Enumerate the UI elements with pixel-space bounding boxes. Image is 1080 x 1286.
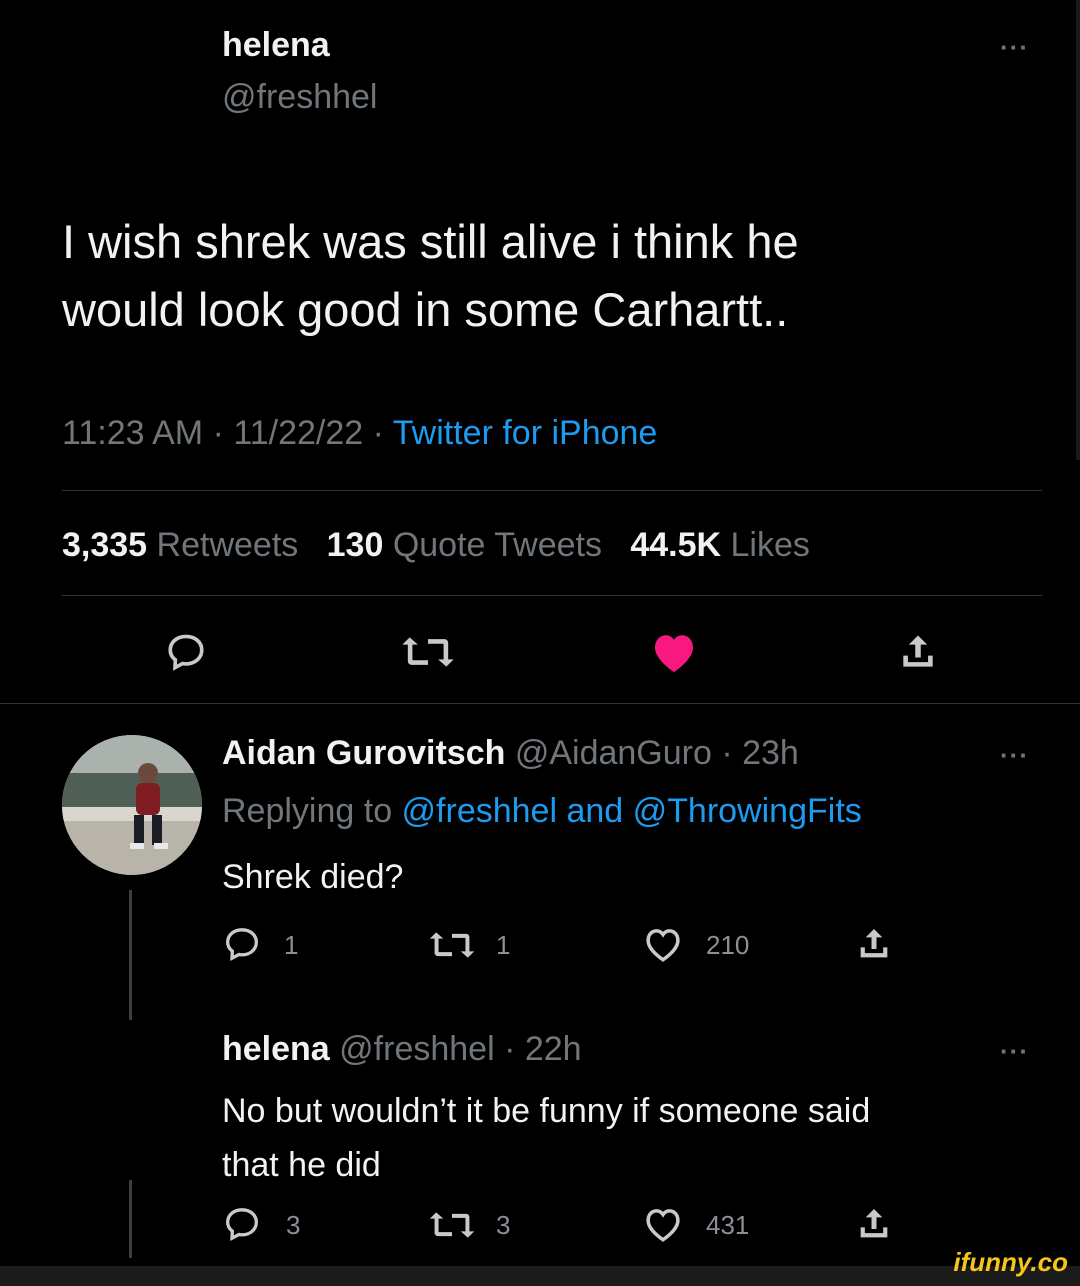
- like-icon-filled[interactable]: [650, 630, 698, 674]
- retweet-icon[interactable]: [398, 630, 458, 674]
- likes-stat[interactable]: 44.5K Likes: [630, 526, 810, 564]
- more-options-button[interactable]: ···: [1000, 1036, 1029, 1067]
- reply-handle-time[interactable]: @freshhel · 22h: [330, 1030, 581, 1068]
- retweet-count: 1: [496, 930, 511, 960]
- tweet-source[interactable]: Twitter for iPhone: [393, 414, 658, 452]
- author-name[interactable]: helena: [222, 26, 330, 65]
- avatar[interactable]: [62, 735, 202, 875]
- share-icon[interactable]: [854, 1204, 894, 1244]
- replying-to-targets[interactable]: @freshhel and @ThrowingFits: [402, 792, 862, 830]
- avatar-image: [62, 735, 202, 875]
- reply-text: No but wouldn’t it be funny if someone s…: [222, 1084, 870, 1192]
- reply-author-name[interactable]: helena: [222, 1030, 330, 1068]
- tweet-timestamp[interactable]: 11:23 AM · 11/22/22 ·: [62, 414, 393, 452]
- reply-icon[interactable]: [222, 924, 262, 964]
- more-options-button[interactable]: ···: [1000, 740, 1029, 771]
- tweet-text-line2: would look good in some Carhartt..: [62, 283, 789, 336]
- like-icon[interactable]: [642, 1204, 684, 1244]
- tweet-text-line1: I wish shrek was still alive i think he: [62, 215, 799, 268]
- like-icon[interactable]: [642, 924, 684, 964]
- share-icon[interactable]: [854, 924, 894, 964]
- reply-count: 1: [284, 930, 299, 960]
- scrollbar[interactable]: [1076, 0, 1080, 460]
- reply-header: helena @freshhel · 22h: [222, 1030, 582, 1069]
- tweet-stats: 3,335 Retweets 130 Quote Tweets 44.5K Li…: [62, 526, 810, 565]
- retweet-icon[interactable]: [426, 926, 478, 964]
- author-handle[interactable]: @freshhel: [222, 78, 377, 117]
- replying-to-label: Replying to: [222, 792, 402, 830]
- thread-line: [129, 1180, 132, 1258]
- retweets-stat[interactable]: 3,335 Retweets: [62, 526, 298, 564]
- reply-text-line2: that he did: [222, 1146, 381, 1184]
- share-icon[interactable]: [896, 630, 940, 674]
- like-count: 431: [706, 1210, 750, 1240]
- reply-header: Aidan Gurovitsch @AidanGuro · 23h: [222, 734, 799, 773]
- retweet-icon[interactable]: [426, 1206, 478, 1244]
- reply-handle-time[interactable]: @AidanGuro · 23h: [505, 734, 799, 772]
- quote-tweets-stat[interactable]: 130 Quote Tweets: [327, 526, 602, 564]
- reply-icon[interactable]: [222, 1204, 262, 1244]
- more-options-button[interactable]: ···: [1000, 32, 1029, 63]
- reply-text: Shrek died?: [222, 858, 404, 896]
- footer-bar: [0, 1266, 1080, 1286]
- watermark-logo: ifunny.co: [953, 1247, 1068, 1277]
- replying-to: Replying to @freshhel and @ThrowingFits: [222, 792, 862, 831]
- divider: [62, 595, 1042, 596]
- reply-text-line1: No but wouldn’t it be funny if someone s…: [222, 1092, 871, 1130]
- reply-author-name[interactable]: Aidan Gurovitsch: [222, 734, 505, 772]
- divider: [62, 490, 1042, 491]
- divider: [0, 703, 1080, 704]
- thread-line: [129, 890, 132, 1020]
- tweet-meta: 11:23 AM · 11/22/22 · Twitter for iPhone: [62, 414, 657, 453]
- retweet-count: 3: [496, 1210, 511, 1240]
- reply-count: 3: [286, 1210, 301, 1240]
- reply-icon[interactable]: [164, 630, 208, 674]
- tweet-text: I wish shrek was still alive i think he …: [62, 208, 799, 344]
- like-count: 210: [706, 930, 750, 960]
